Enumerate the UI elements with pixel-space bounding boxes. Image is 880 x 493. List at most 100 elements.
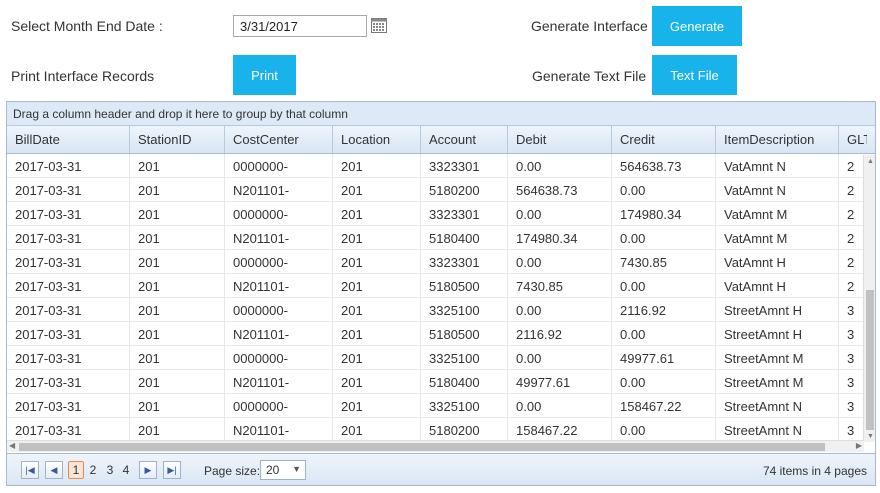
table-cell: 201 bbox=[333, 154, 421, 177]
table-cell: 564638.73 bbox=[612, 154, 716, 177]
table-cell: VatAmnt M bbox=[716, 202, 839, 225]
page-size-value: 20 bbox=[266, 463, 280, 477]
interface-records-grid: Drag a column header and drop it here to… bbox=[6, 101, 876, 486]
table-cell: VatAmnt H bbox=[716, 274, 839, 297]
table-row[interactable]: 2017-03-31 201 N201101- 201 5180200 564638.73… bbox=[7, 178, 875, 202]
table-cell: 5180400 bbox=[421, 226, 508, 249]
table-cell: 0000000- bbox=[225, 202, 333, 225]
first-page-icon[interactable]: |◀ bbox=[21, 461, 39, 479]
horizontal-scrollbar[interactable]: ◀ ▶ bbox=[7, 440, 864, 452]
table-cell: 0.00 bbox=[508, 298, 612, 321]
column-header-credit[interactable]: Credit bbox=[612, 126, 716, 153]
table-cell: StreetAmnt M bbox=[716, 370, 839, 393]
scroll-left-icon[interactable]: ◀ bbox=[9, 441, 15, 450]
page-4-link[interactable]: 4 bbox=[118, 461, 134, 479]
table-cell: 7430.85 bbox=[612, 250, 716, 273]
table-cell: 0000000- bbox=[225, 250, 333, 273]
text-file-button[interactable]: Text File bbox=[652, 55, 737, 95]
table-cell: 0.00 bbox=[508, 346, 612, 369]
table-cell: 3323301 bbox=[421, 154, 508, 177]
table-cell: StreetAmnt N bbox=[716, 394, 839, 417]
scroll-up-icon[interactable]: ▲ bbox=[867, 158, 874, 165]
table-cell: 3323301 bbox=[421, 202, 508, 225]
table-cell: 201 bbox=[333, 394, 421, 417]
table-cell: VatAmnt M bbox=[716, 226, 839, 249]
column-header-billdate[interactable]: BillDate bbox=[7, 126, 130, 153]
table-cell: 5180200 bbox=[421, 178, 508, 201]
page-size-label: Page size: bbox=[204, 464, 261, 478]
page-1-link[interactable]: 1 bbox=[68, 461, 84, 479]
calendar-icon[interactable] bbox=[371, 18, 387, 33]
column-header-itemdescription[interactable]: ItemDescription bbox=[716, 126, 839, 153]
table-cell: 49977.61 bbox=[508, 370, 612, 393]
table-cell: 201 bbox=[333, 370, 421, 393]
vertical-scrollbar[interactable]: ▲ ▼ bbox=[863, 155, 875, 442]
table-row[interactable]: 2017-03-31 201 N201101- 201 5180400 49977.61 0… bbox=[7, 370, 875, 394]
table-cell: 201 bbox=[130, 250, 225, 273]
table-cell: 2017-03-31 bbox=[7, 322, 130, 345]
table-cell: 2017-03-31 bbox=[7, 250, 130, 273]
print-records-label: Print Interface Records bbox=[11, 68, 155, 84]
prev-page-icon[interactable]: ◀ bbox=[45, 461, 63, 479]
table-cell: 0.00 bbox=[508, 394, 612, 417]
table-cell: N201101- bbox=[225, 274, 333, 297]
table-cell: 2017-03-31 bbox=[7, 274, 130, 297]
grid-pager: |◀ ◀ 1 2 3 4 ▶ ▶| Page size: 20 ▼ 74 ite… bbox=[7, 453, 875, 485]
table-row[interactable]: 2017-03-31 201 N201101- 201 5180500 7430.85 0.… bbox=[7, 274, 875, 298]
table-cell: 0.00 bbox=[612, 322, 716, 345]
table-cell: 0000000- bbox=[225, 298, 333, 321]
generate-button[interactable]: Generate bbox=[652, 6, 742, 46]
table-cell: 158467.22 bbox=[612, 394, 716, 417]
page-2-link[interactable]: 2 bbox=[85, 461, 101, 479]
table-cell: 174980.34 bbox=[612, 202, 716, 225]
table-cell: 0.00 bbox=[612, 370, 716, 393]
vertical-scroll-thumb[interactable] bbox=[866, 290, 874, 430]
scroll-down-icon[interactable]: ▼ bbox=[867, 433, 874, 440]
generate-text-file-label: Generate Text File bbox=[532, 68, 647, 84]
page-3-link[interactable]: 3 bbox=[102, 461, 118, 479]
table-cell: 2017-03-31 bbox=[7, 298, 130, 321]
table-cell: 201 bbox=[130, 154, 225, 177]
table-row[interactable]: 2017-03-31 201 N201101- 201 5180500 2116.92 0.… bbox=[7, 322, 875, 346]
table-cell: 2017-03-31 bbox=[7, 226, 130, 249]
table-row[interactable]: 2017-03-31 201 0000000- 201 3325100 0.00 15846… bbox=[7, 394, 875, 418]
table-cell: 0000000- bbox=[225, 154, 333, 177]
next-page-icon[interactable]: ▶ bbox=[139, 461, 157, 479]
generate-interface-label: Generate Interface bbox=[531, 18, 648, 34]
table-cell: N201101- bbox=[225, 178, 333, 201]
group-by-panel[interactable]: Drag a column header and drop it here to… bbox=[7, 102, 875, 126]
table-row[interactable]: 2017-03-31 201 0000000- 201 3325100 0.00 49977… bbox=[7, 346, 875, 370]
table-cell: VatAmnt N bbox=[716, 178, 839, 201]
table-row[interactable]: 2017-03-31 201 N201101- 201 5180200 158467.22… bbox=[7, 418, 875, 441]
table-cell: 0.00 bbox=[612, 178, 716, 201]
table-cell: 158467.22 bbox=[508, 418, 612, 441]
table-row[interactable]: 2017-03-31 201 0000000- 201 3325100 0.00 2116.… bbox=[7, 298, 875, 322]
column-header-location[interactable]: Location bbox=[333, 126, 421, 153]
table-row[interactable]: 2017-03-31 201 0000000- 201 3323301 0.00 56463… bbox=[7, 154, 875, 178]
table-row[interactable]: 2017-03-31 201 0000000- 201 3323301 0.00 17498… bbox=[7, 202, 875, 226]
month-end-date-input[interactable] bbox=[233, 15, 367, 37]
scroll-right-icon[interactable]: ▶ bbox=[856, 441, 862, 450]
table-cell: 201 bbox=[130, 418, 225, 441]
horizontal-scroll-thumb[interactable] bbox=[19, 443, 825, 451]
table-cell: 3325100 bbox=[421, 298, 508, 321]
table-cell: 201 bbox=[130, 226, 225, 249]
table-cell: 7430.85 bbox=[508, 274, 612, 297]
print-button[interactable]: Print bbox=[233, 55, 296, 95]
table-row[interactable]: 2017-03-31 201 0000000- 201 3323301 0.00 7430.… bbox=[7, 250, 875, 274]
table-cell: 3325100 bbox=[421, 346, 508, 369]
page-size-select[interactable]: 20 ▼ bbox=[260, 460, 306, 480]
table-cell: VatAmnt N bbox=[716, 154, 839, 177]
column-header-costcenter[interactable]: CostCenter bbox=[225, 126, 333, 153]
table-cell: 2116.92 bbox=[612, 298, 716, 321]
table-cell: 201 bbox=[333, 202, 421, 225]
table-cell: 201 bbox=[130, 274, 225, 297]
chevron-down-icon: ▼ bbox=[292, 464, 301, 474]
column-header-stationid[interactable]: StationID bbox=[130, 126, 225, 153]
month-end-label: Select Month End Date : bbox=[11, 18, 163, 34]
column-header-account[interactable]: Account bbox=[421, 126, 508, 153]
last-page-icon[interactable]: ▶| bbox=[163, 461, 181, 479]
column-header-glt[interactable]: GLT bbox=[839, 126, 867, 153]
column-header-debit[interactable]: Debit bbox=[508, 126, 612, 153]
table-row[interactable]: 2017-03-31 201 N201101- 201 5180400 174980.34… bbox=[7, 226, 875, 250]
